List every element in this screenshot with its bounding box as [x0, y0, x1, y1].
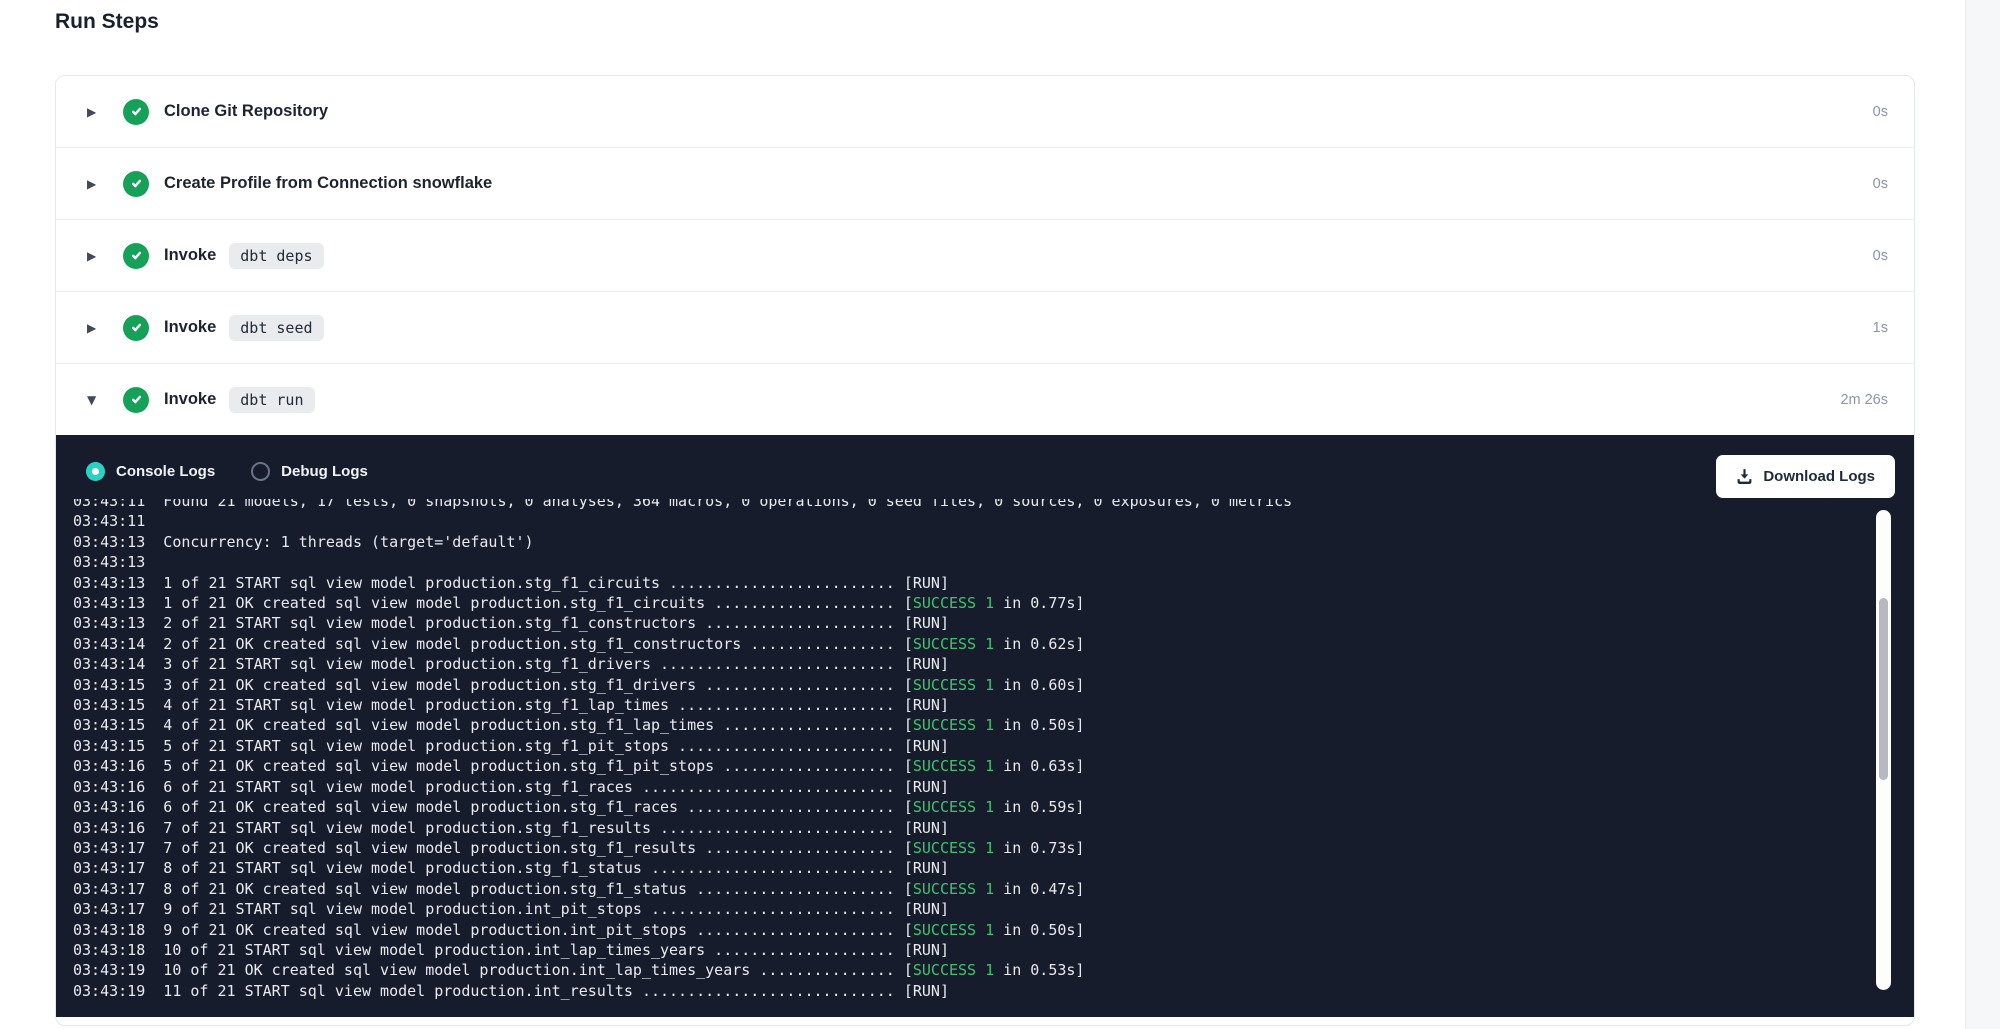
radio-dot: [92, 468, 99, 475]
log-line: 03:43:18 9 of 21 OK created sql view mod…: [73, 920, 1866, 940]
log-line: 03:43:16 7 of 21 START sql view model pr…: [73, 818, 1866, 838]
step-label: Clone Git Repository: [164, 102, 328, 121]
log-line: 03:43:19 11 of 21 START sql view model p…: [73, 981, 1866, 1001]
download-logs-label: Download Logs: [1763, 468, 1875, 485]
log-line: 03:43:15 4 of 21 START sql view model pr…: [73, 695, 1866, 715]
log-line: 03:43:15 4 of 21 OK created sql view mod…: [73, 715, 1866, 735]
log-scrollbar-thumb[interactable]: [1879, 598, 1888, 780]
run-steps-card: ▶ Clone Git Repository 0s ▶ Create Profi…: [55, 75, 1915, 1026]
log-line: 03:43:16 6 of 21 OK created sql view mod…: [73, 797, 1866, 817]
console-logs-label: Console Logs: [116, 463, 215, 480]
log-lines: 03:43:11 Found 21 models, 17 tests, 0 sn…: [73, 499, 1866, 1001]
log-line: 03:43:19 10 of 21 OK created sql view mo…: [73, 960, 1866, 980]
step-label: Invoke: [164, 246, 216, 265]
step-label: Invoke: [164, 390, 216, 409]
step-duration: 1s: [1873, 320, 1888, 336]
log-line: 03:43:17 8 of 21 START sql view model pr…: [73, 858, 1866, 878]
log-line: 03:43:15 5 of 21 START sql view model pr…: [73, 736, 1866, 756]
expand-toggle-icon[interactable]: ▶: [87, 321, 104, 335]
debug-logs-radio[interactable]: Debug Logs: [251, 462, 368, 481]
run-details-page: Run Steps ▶ Clone Git Repository 0s ▶ Cr…: [0, 0, 2000, 1029]
step-success-icon: [123, 99, 149, 125]
step-success-icon: [123, 315, 149, 341]
step-command-chip: dbt seed: [229, 315, 323, 341]
radio-unselected-icon[interactable]: [251, 462, 270, 481]
console-log-output[interactable]: 03:43:11 Found 21 models, 17 tests, 0 sn…: [56, 499, 1866, 1017]
step-duration: 0s: [1873, 176, 1888, 192]
log-line: 03:43:14 2 of 21 OK created sql view mod…: [73, 634, 1866, 654]
log-line: 03:43:13 1 of 21 OK created sql view mod…: [73, 593, 1866, 613]
radio-selected-icon[interactable]: [86, 462, 105, 481]
log-line: 03:43:15 3 of 21 OK created sql view mod…: [73, 675, 1866, 695]
run-step-row[interactable]: ▶ Invoke dbt seed 1s: [56, 291, 1914, 363]
step-duration: 0s: [1873, 248, 1888, 264]
run-steps-list: ▶ Clone Git Repository 0s ▶ Create Profi…: [56, 76, 1914, 435]
run-step-row[interactable]: ▼ Invoke dbt run 2m 26s: [56, 363, 1914, 435]
page-right-gutter: [1965, 0, 2000, 1029]
log-panel-header: Console Logs Debug Logs Download Logs: [56, 435, 1914, 497]
expand-toggle-icon[interactable]: ▶: [87, 177, 104, 191]
debug-logs-label: Debug Logs: [281, 463, 368, 480]
step-duration: 0s: [1873, 104, 1888, 120]
step-command-chip: dbt deps: [229, 243, 323, 269]
log-line: 03:43:13 1 of 21 START sql view model pr…: [73, 573, 1866, 593]
step-label: Invoke: [164, 318, 216, 337]
log-line: 03:43:13 Concurrency: 1 threads (target=…: [73, 532, 1866, 552]
log-line: 03:43:13 2 of 21 START sql view model pr…: [73, 613, 1866, 633]
step-duration: 2m 26s: [1840, 392, 1888, 408]
download-icon: [1736, 468, 1753, 485]
expand-toggle-icon[interactable]: ▼: [87, 393, 104, 407]
console-logs-radio[interactable]: Console Logs: [86, 462, 215, 481]
expand-toggle-icon[interactable]: ▶: [87, 249, 104, 263]
log-line: 03:43:17 8 of 21 OK created sql view mod…: [73, 879, 1866, 899]
download-logs-button[interactable]: Download Logs: [1716, 455, 1895, 498]
log-panel: Console Logs Debug Logs Download Logs 03…: [56, 435, 1914, 1017]
expand-toggle-icon[interactable]: ▶: [87, 105, 104, 119]
run-step-row[interactable]: ▶ Create Profile from Connection snowfla…: [56, 147, 1914, 219]
log-line: 03:43:16 6 of 21 START sql view model pr…: [73, 777, 1866, 797]
run-step-row[interactable]: ▶ Clone Git Repository 0s: [56, 76, 1914, 147]
run-step-row[interactable]: ▶ Invoke dbt deps 0s: [56, 219, 1914, 291]
log-line: 03:43:17 7 of 21 OK created sql view mod…: [73, 838, 1866, 858]
step-success-icon: [123, 171, 149, 197]
step-success-icon: [123, 243, 149, 269]
step-command-chip: dbt run: [229, 387, 314, 413]
log-line: 03:43:11 Found 21 models, 17 tests, 0 sn…: [73, 499, 1866, 511]
log-line: 03:43:14 3 of 21 START sql view model pr…: [73, 654, 1866, 674]
log-line: 03:43:18 10 of 21 START sql view model p…: [73, 940, 1866, 960]
log-scrollbar-track[interactable]: [1876, 510, 1891, 990]
log-line: 03:43:11: [73, 511, 1866, 531]
log-line: 03:43:17 9 of 21 START sql view model pr…: [73, 899, 1866, 919]
log-line: 03:43:13: [73, 552, 1866, 572]
step-label: Create Profile from Connection snowflake: [164, 174, 492, 193]
page-title: Run Steps: [55, 10, 159, 34]
log-line: 03:43:16 5 of 21 OK created sql view mod…: [73, 756, 1866, 776]
step-success-icon: [123, 387, 149, 413]
